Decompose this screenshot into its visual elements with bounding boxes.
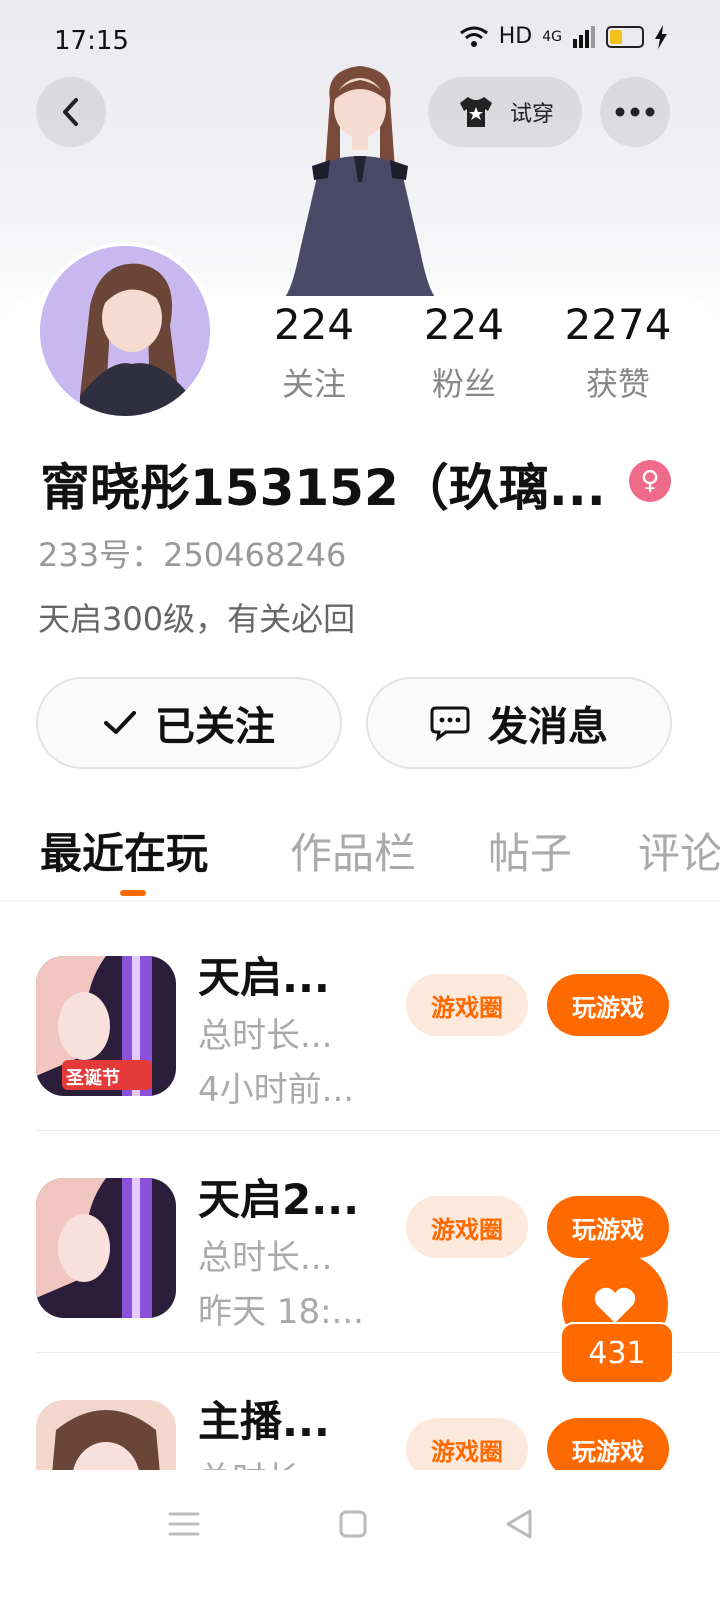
cell-label: 4G bbox=[542, 28, 562, 45]
game-icon: 圣诞节 bbox=[36, 956, 176, 1096]
back-triangle-icon[interactable] bbox=[500, 1504, 540, 1544]
status-time: 17:15 bbox=[54, 26, 129, 56]
game-badge: 圣诞节 bbox=[66, 1068, 120, 1089]
menu-icon[interactable] bbox=[164, 1504, 204, 1544]
wifi-icon bbox=[459, 26, 488, 47]
system-nav-bar bbox=[0, 1470, 720, 1600]
game-circle-button[interactable]: 游戏圈 bbox=[406, 974, 528, 1036]
character-illustration bbox=[280, 66, 440, 300]
game-circle-button[interactable]: 游戏圈 bbox=[406, 1418, 528, 1470]
profile-name: 甯晓彤153152（玖璃... bbox=[40, 459, 606, 517]
play-game-button[interactable]: 玩游戏 bbox=[547, 1196, 669, 1258]
game-total-time: 总时长 bbox=[198, 1452, 300, 1470]
game-title: 天启2... bbox=[198, 1175, 360, 1224]
stat-likes-label: 获赞 bbox=[585, 365, 650, 403]
try-on-button[interactable]: 试穿 bbox=[428, 77, 582, 147]
avatar-image bbox=[40, 246, 210, 416]
game-icon bbox=[36, 1178, 176, 1318]
try-on-label: 试穿 bbox=[509, 102, 554, 127]
tab-posts[interactable]: 帖子 bbox=[488, 820, 572, 881]
play-game-button[interactable]: 玩游戏 bbox=[547, 1418, 669, 1470]
profile-tabs: 最近在玩 作品栏 帖子 评论 bbox=[0, 820, 720, 901]
send-message-label: 发消息 bbox=[488, 704, 608, 750]
charging-icon bbox=[655, 24, 667, 49]
followed-button[interactable]: 已关注 bbox=[36, 677, 342, 769]
avatar[interactable] bbox=[36, 242, 214, 420]
checkmark-icon bbox=[104, 711, 136, 734]
game-item[interactable]: 圣诞节 天启... 总时长... 4小时前... 游戏圈 玩游戏 bbox=[0, 908, 720, 1130]
chat-bubble-icon bbox=[430, 706, 470, 741]
like-count: 431 bbox=[560, 1322, 674, 1384]
game-icon bbox=[36, 1400, 176, 1470]
more-dots-icon bbox=[615, 107, 655, 117]
stat-followers[interactable]: 224 粉丝 bbox=[412, 300, 516, 405]
home-icon[interactable] bbox=[333, 1504, 373, 1544]
network-label: HD bbox=[498, 24, 533, 49]
shirt-icon bbox=[459, 97, 492, 127]
female-gender-icon: ♀ bbox=[629, 460, 671, 502]
profile-bio: 天启300级，有关必回 bbox=[38, 600, 356, 638]
send-message-button[interactable]: 发消息 bbox=[366, 677, 672, 769]
stat-followers-value: 224 bbox=[423, 300, 505, 349]
play-game-button[interactable]: 玩游戏 bbox=[547, 974, 669, 1036]
game-title: 主播... bbox=[198, 1397, 330, 1446]
game-total-time: 总时长... bbox=[198, 1016, 333, 1056]
tab-recently-played[interactable]: 最近在玩 bbox=[40, 820, 208, 881]
stat-followers-label: 粉丝 bbox=[431, 365, 496, 403]
back-button[interactable] bbox=[36, 77, 106, 147]
stat-following-label: 关注 bbox=[281, 365, 346, 403]
game-circle-button[interactable]: 游戏圈 bbox=[406, 1196, 528, 1258]
game-last-played: 4小时前... bbox=[198, 1070, 355, 1110]
heart-icon bbox=[594, 1287, 636, 1323]
signal-icon bbox=[573, 25, 595, 48]
game-last-played: 昨天 18:... bbox=[198, 1292, 364, 1332]
profile-uid: 233号：250468246 bbox=[38, 536, 347, 574]
battery-icon bbox=[606, 25, 644, 48]
tab-comments[interactable]: 评论 bbox=[638, 820, 720, 881]
stat-likes-value: 2274 bbox=[564, 300, 672, 349]
status-icons: HD 4G bbox=[459, 24, 668, 49]
more-button[interactable] bbox=[600, 77, 670, 147]
game-total-time: 总时长... bbox=[198, 1238, 333, 1278]
active-tab-indicator bbox=[120, 890, 146, 896]
like-button[interactable]: 431 bbox=[560, 1252, 674, 1384]
stat-following-value: 224 bbox=[273, 300, 355, 349]
stat-likes[interactable]: 2274 获赞 bbox=[560, 300, 676, 405]
game-title: 天启... bbox=[198, 953, 330, 1002]
tab-works[interactable]: 作品栏 bbox=[290, 820, 416, 881]
chevron-left-icon bbox=[63, 98, 78, 126]
followed-label: 已关注 bbox=[155, 704, 275, 750]
stat-following[interactable]: 224 关注 bbox=[262, 300, 366, 405]
